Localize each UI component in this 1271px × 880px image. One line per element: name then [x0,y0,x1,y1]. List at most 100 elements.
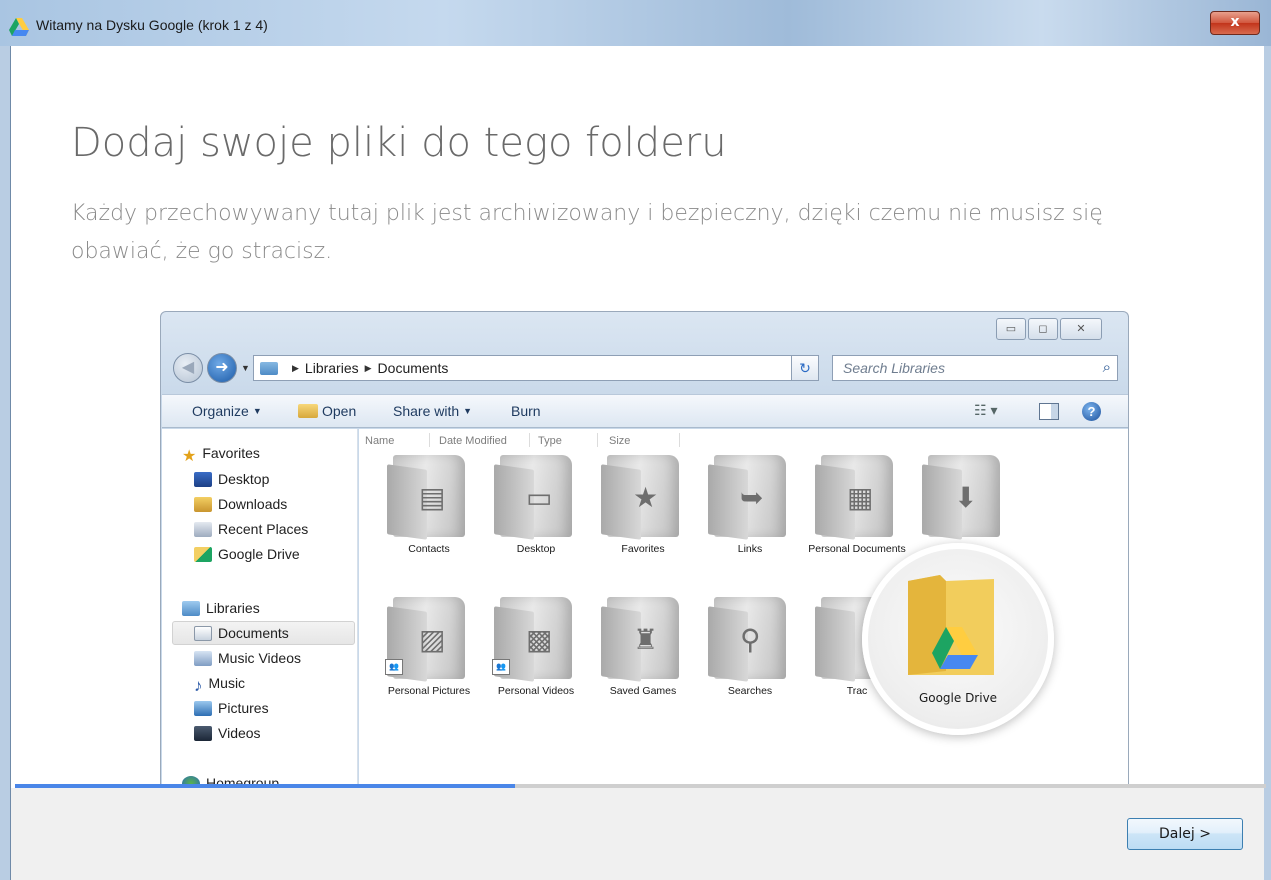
shared-badge-icon: 👥 [492,659,510,675]
folder-contacts: ▤ Contacts [379,455,479,556]
nav-item-downloads: Downloads [194,496,287,512]
nav-item-label: Documents [218,625,289,641]
trophy-icon: ♜ [633,624,659,655]
open-folder-icon [298,404,318,418]
folder-links: ➥ Links [700,455,800,556]
column-separator [529,433,530,447]
nav-item-pictures: Pictures [194,700,269,716]
refresh-icon: ↻ [791,355,819,381]
nav-item-label: Desktop [218,471,270,487]
folder-saved-games: ♜ Saved Games [593,597,693,698]
desktop-icon [194,472,212,487]
folder-label: Favorites [621,543,665,555]
film-strip-icon: ▩ [526,624,553,655]
open-menu: Open [298,403,356,419]
nav-item-label: Pictures [218,700,269,716]
column-separator [429,433,430,447]
links-folder-icon: ➥ [714,455,786,537]
address-row: ◀ ➜ ▼ ▶Libraries▶Documents ▼ ↻ Search Li… [173,353,1118,383]
column-header-size: Size [609,435,631,447]
explorer-search-box: Search Libraries ⌕ [832,355,1118,381]
folder-personal-videos: ▩ 👥 Personal Videos [486,597,586,698]
recent-places-icon [194,522,212,537]
maximize-icon: ◻ [1028,318,1058,340]
breadcrumb-documents: Documents [377,360,449,376]
personal-pictures-folder-icon: ▨ 👥 [385,597,465,679]
documents-icon [194,626,212,641]
nav-item-label: Videos [218,725,261,741]
nav-favorites: ★ Favorites [182,445,260,465]
nav-item-label: Downloads [218,496,288,512]
downloads-folder-icon [194,497,212,512]
music-videos-icon [194,651,212,666]
folder-label: Saved Games [609,685,677,697]
folder-label: Personal Documents [808,543,906,555]
star-icon: ★ [633,482,659,513]
organize-label: Organize [192,403,249,419]
nav-item-music: ♪ Music [194,675,246,695]
nav-item-documents: Documents [194,625,289,641]
nav-item-label: Recent Places [218,521,309,537]
next-button[interactable]: Dalej > [1127,818,1243,850]
window-frame-left [0,46,10,880]
contact-card-icon: ▤ [419,482,446,513]
window-titlebar: Witamy na Dysku Google (krok 1 z 4) x [0,0,1271,46]
close-button[interactable]: x [1210,11,1260,35]
google-drive-icon [9,18,29,36]
folder-label: Personal Pictures [387,685,471,697]
star-icon: ★ [182,448,197,465]
nav-item-videos: Videos [194,725,261,741]
photo-icon: ▨ [419,624,446,655]
nav-libraries-label: Libraries [206,600,260,616]
searches-folder-icon: ⚲ [714,597,786,679]
nav-item-music-videos: Music Videos [194,650,301,666]
nav-item-label: Google Drive [218,546,300,562]
share-with-menu: Share with ▼ [393,403,472,419]
column-header-date-modified: Date Modified [439,435,507,447]
folder-label: Desktop [516,543,556,555]
downloads-folder-icon: ⬇ [928,455,1000,537]
window-title: Witamy na Dysku Google (krok 1 z 4) [36,17,268,33]
favorites-folder-icon: ★ [607,455,679,537]
shared-badge-icon: 👥 [385,659,403,675]
breadcrumb-libraries: Libraries [304,360,359,376]
nav-item-recent-places: Recent Places [194,521,308,537]
explorer-close-icon: ✕ [1060,318,1102,340]
monitor-icon: ▭ [526,482,553,513]
explorer-window-controls: ▭ ◻ ✕ [996,318,1102,340]
shortcut-arrow-icon: ➥ [740,482,764,513]
share-with-label: Share with [393,403,460,419]
folder-label: Contacts [408,543,450,555]
open-label: Open [322,403,357,419]
folder-favorites: ★ Favorites [593,455,693,556]
folder-personal-pictures: ▨ 👥 Personal Pictures [379,597,479,698]
videos-icon [194,726,212,741]
folder-downloads: ⬇ [914,455,1014,543]
google-drive-callout: Google Drive [862,543,1054,735]
forward-arrow-icon: ➜ [207,353,237,383]
explorer-toolbar: Organize ▼ Open Share with ▼ Burn ☷ ▾ ? [162,394,1128,428]
search-icon: ⌕ [1102,359,1111,376]
magnifier-icon: ⚲ [740,624,761,655]
column-separator [679,433,680,447]
chevron-down-icon: ▼ [463,406,473,416]
column-header-type: Type [538,435,562,447]
nav-item-google-drive: Google Drive [194,546,300,562]
download-arrow-icon: ⬇ [954,482,978,513]
breadcrumb-separator-icon: ▶ [364,363,372,373]
minimize-icon: ▭ [996,318,1026,340]
google-drive-folder-icon [908,575,994,675]
folder-searches: ⚲ Searches [700,597,800,698]
column-separator [597,433,598,447]
saved-games-folder-icon: ♜ [607,597,679,679]
nav-item-desktop: Desktop [194,471,269,487]
organize-menu: Organize ▼ [192,403,262,419]
nav-item-label: Music [208,675,246,691]
navigation-pane: ★ Favorites Desktop Downloads Recent Plac… [162,429,358,791]
window-frame-right [1264,46,1271,880]
personal-videos-folder-icon: ▩ 👥 [492,597,572,679]
page-title: Dodaj swoje pliki do tego folderu [71,120,727,166]
history-dropdown-icon: ▼ [241,363,250,373]
folder-personal-documents: ▦ Personal Documents [807,455,907,556]
column-header-name: Name [365,435,395,447]
